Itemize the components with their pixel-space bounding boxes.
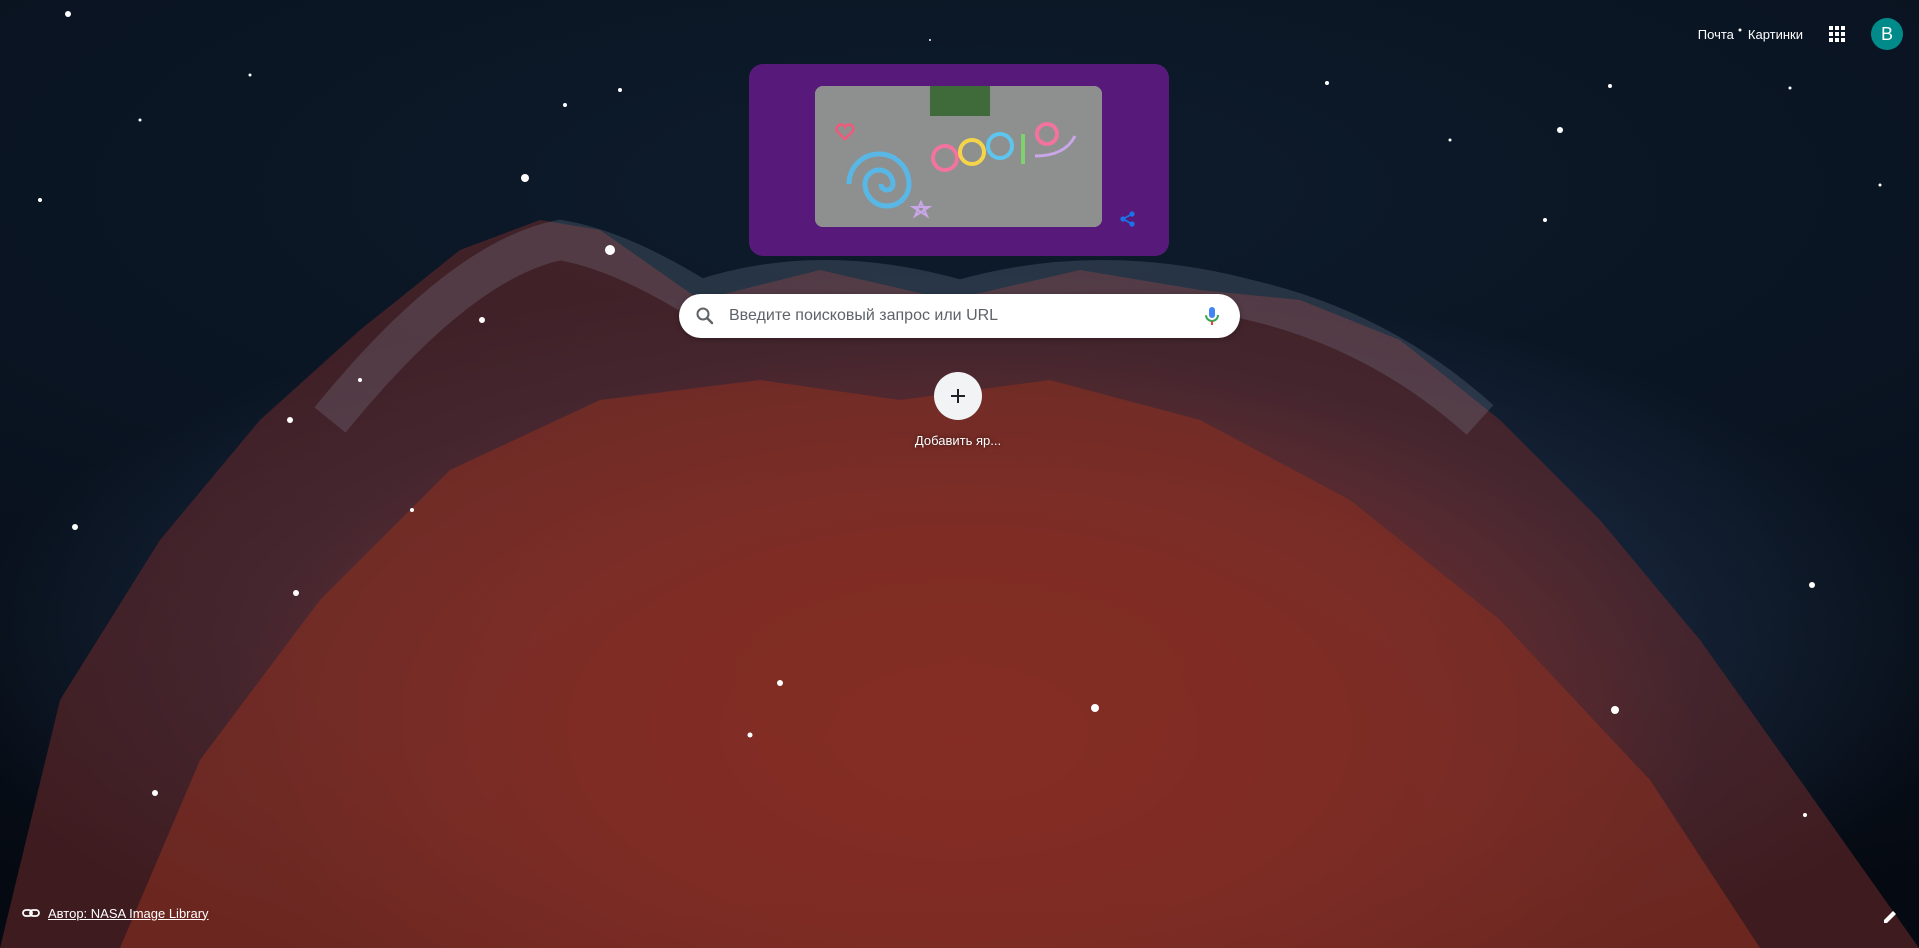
apps-grid-icon xyxy=(1829,26,1845,42)
account-avatar[interactable]: B xyxy=(1871,18,1903,50)
link-icon xyxy=(22,909,40,917)
search-input[interactable] xyxy=(727,295,1200,337)
add-shortcut-button[interactable] xyxy=(934,372,982,420)
add-shortcut-tile[interactable]: Добавить яр... xyxy=(913,372,1003,448)
add-shortcut-label: Добавить яр... xyxy=(914,433,1002,448)
attribution-link[interactable]: Автор: NASA Image Library xyxy=(48,906,209,921)
apps-grid-button[interactable] xyxy=(1817,18,1857,50)
plus-icon xyxy=(951,389,965,403)
doodle-card xyxy=(749,64,1169,256)
google-doodle-image[interactable] xyxy=(815,86,1102,227)
mail-link[interactable]: Почта xyxy=(1698,27,1734,42)
background-attribution: Автор: NASA Image Library xyxy=(22,904,209,922)
chalk-doodle-illustration xyxy=(815,86,1102,227)
customize-pencil-icon[interactable] xyxy=(1881,908,1899,926)
search-box[interactable] xyxy=(679,294,1240,338)
microphone-icon[interactable] xyxy=(1200,304,1224,328)
share-icon[interactable] xyxy=(1119,210,1137,228)
images-link[interactable]: Картинки xyxy=(1748,27,1803,42)
search-icon xyxy=(696,307,714,325)
top-bar: Почта Картинки B xyxy=(1698,18,1903,50)
